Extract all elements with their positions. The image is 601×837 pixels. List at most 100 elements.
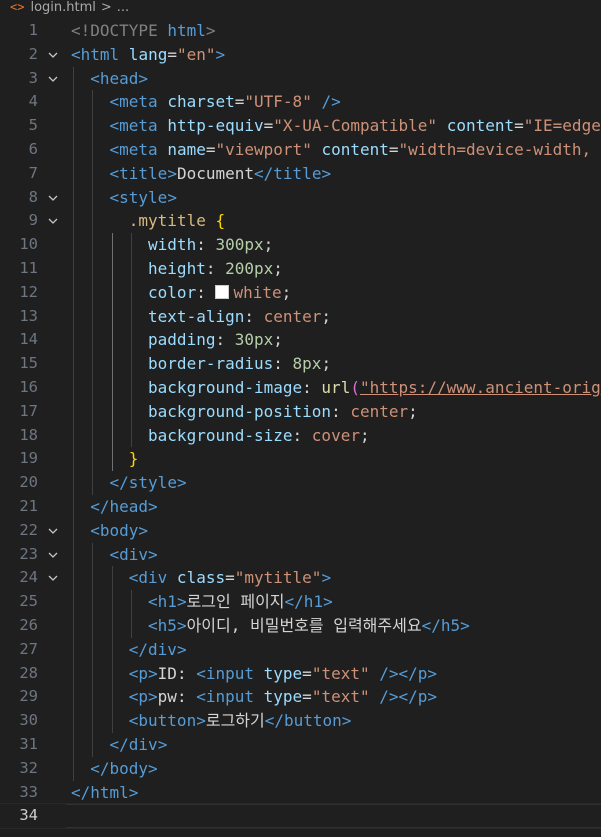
line-number: 18 <box>19 425 38 444</box>
code-line[interactable]: 25 <h1>로그인 페이지</h1> <box>0 590 601 614</box>
breadcrumb-file[interactable]: login.html <box>30 0 95 15</box>
code-line[interactable]: 13 text-align: center; <box>0 304 601 329</box>
code-text[interactable]: <h5>아이디, 비밀번호를 입력해주세요</h5> <box>148 614 470 638</box>
code-text[interactable]: </body> <box>90 757 157 781</box>
code-line[interactable]: 4 <meta charset="UTF-8" /> <box>0 90 601 115</box>
code-text[interactable]: background-position: center; <box>148 400 418 424</box>
code-text[interactable]: <style> <box>110 186 177 210</box>
code-token: </head <box>90 496 149 516</box>
code-text[interactable]: padding: 30px; <box>148 328 283 352</box>
code-line[interactable]: 1 <!DOCTYPE html> <box>0 19 601 43</box>
code-line[interactable]: 10 width: 300px; <box>0 233 601 257</box>
code-token: background-size <box>148 425 293 445</box>
code-token: "text" <box>311 687 370 707</box>
indent-guide <box>73 685 74 710</box>
code-line[interactable]: 8 <style> <box>0 185 601 210</box>
code-text[interactable]: <div class="mytitle"> <box>129 566 331 590</box>
breadcrumb[interactable]: <> login.html >... <box>0 0 601 14</box>
indent-guide <box>92 233 94 257</box>
code-text[interactable]: </head> <box>90 495 157 519</box>
code-line[interactable]: 16 background-image: url("https://www.anc… <box>0 375 601 400</box>
code-text[interactable]: text-align: center; <box>148 305 331 329</box>
code-token: : <box>196 235 216 255</box>
indent-guide <box>111 280 113 305</box>
code-text[interactable]: <body> <box>90 519 148 543</box>
code-text[interactable]: } <box>129 447 139 471</box>
code-line[interactable]: 21 </head> <box>0 494 601 519</box>
line-number: 6 <box>28 139 38 158</box>
code-line[interactable]: 31 </div> <box>0 732 601 757</box>
code-line[interactable]: 11 height: 200px; <box>0 256 601 281</box>
indent-guide <box>73 137 74 162</box>
code-line[interactable]: 17 background-position: center; <box>0 399 601 424</box>
indent-guide <box>73 709 74 733</box>
code-line[interactable]: 28 <p>ID: <input type="text" /></p> <box>0 661 601 686</box>
indent-guide <box>111 637 113 662</box>
code-line[interactable]: 12 color: white; <box>0 280 601 305</box>
code-text[interactable]: border-radius: 8px; <box>148 352 331 376</box>
code-text[interactable]: </div> <box>110 733 168 757</box>
code-line[interactable]: 33 </html> <box>0 781 601 805</box>
code-line[interactable]: 34 <box>0 803 601 830</box>
code-line[interactable]: 20 </style> <box>0 471 601 495</box>
code-line[interactable]: 26 <h5>아이디, 비밀번호를 입력해주세요</h5> <box>0 613 601 638</box>
code-token: ; <box>273 258 283 278</box>
code-text[interactable]: <title>Document</title> <box>110 162 332 186</box>
code-token: <input <box>196 687 254 707</box>
code-text[interactable]: background-image: url("https://www.ancie… <box>148 376 601 400</box>
breadcrumb-separator: > <box>100 0 112 15</box>
code-line[interactable]: 15 border-radius: 8px; <box>0 352 601 376</box>
code-text[interactable]: <meta name="viewport" content="width=dev… <box>110 138 592 162</box>
code-line[interactable]: 24 <div class="mytitle"> <box>0 566 601 591</box>
code-text[interactable]: </div> <box>129 638 187 662</box>
code-line[interactable]: 27 </div> <box>0 637 601 662</box>
code-text[interactable]: <h1>로그인 페이지</h1> <box>148 590 333 614</box>
code-text[interactable]: <button>로그하기</button> <box>129 709 352 733</box>
code-token: http-equiv <box>157 116 264 136</box>
code-text[interactable]: <meta charset="UTF-8" /> <box>110 90 341 114</box>
code-text[interactable]: width: 300px; <box>148 233 273 257</box>
code-text[interactable]: height: 200px; <box>148 257 283 281</box>
code-text[interactable]: <div> <box>110 543 158 567</box>
code-text[interactable]: <html lang="en"> <box>71 43 225 67</box>
code-line[interactable]: 32 </body> <box>0 756 601 781</box>
color-swatch-icon[interactable] <box>215 284 230 299</box>
code-token: <style <box>109 187 168 207</box>
code-line[interactable]: 30 <button>로그하기</button> <box>0 709 601 733</box>
code-line[interactable]: 14 padding: 30px; <box>0 328 601 353</box>
code-line[interactable]: 18 background-size: cover; <box>0 423 601 448</box>
code-line[interactable]: 6 <meta name="viewport" content="width=de… <box>0 137 601 162</box>
code-line[interactable]: 22 <body> <box>0 518 601 543</box>
code-token: <meta <box>109 92 158 112</box>
code-text[interactable]: background-size: cover; <box>148 424 370 448</box>
code-text[interactable]: .mytitle { <box>129 209 225 233</box>
code-token: </style <box>109 473 177 493</box>
code-token: <meta <box>109 139 158 159</box>
code-token: > <box>215 44 226 64</box>
indent-guide <box>130 233 132 257</box>
code-text[interactable]: <head> <box>90 67 148 91</box>
breadcrumb-more[interactable]: ... <box>117 0 129 15</box>
code-token: <meta <box>109 116 158 136</box>
code-text[interactable]: <meta http-equiv="X-UA-Compatible" conte… <box>110 114 601 138</box>
code-text[interactable]: <p>ID: <input type="text" /></p> <box>129 662 437 686</box>
indent-guide <box>92 209 94 234</box>
code-line[interactable]: 5 <meta http-equiv="X-UA-Compatible" cont… <box>0 114 601 138</box>
code-text[interactable]: color: white; <box>148 281 291 305</box>
code-token: : <box>273 354 293 374</box>
code-line[interactable]: 7 <title>Document</title> <box>0 161 601 186</box>
code-line[interactable]: 29 <p>pw: <input type="text" /></p> <box>0 685 601 710</box>
code-token: 로그하기 <box>205 711 265 731</box>
code-text[interactable]: <!DOCTYPE html> <box>71 19 216 43</box>
code-line[interactable]: 3 <head> <box>0 66 601 91</box>
code-line[interactable]: 9 .mytitle { <box>0 209 601 234</box>
code-text[interactable]: </style> <box>110 471 187 495</box>
code-text[interactable]: </html> <box>71 781 138 805</box>
code-editor[interactable]: 1 <!DOCTYPE html> 2 <html lang="en"> 3 <head>… <box>0 19 601 830</box>
code-line[interactable]: 2 <html lang="en"> <box>0 43 601 67</box>
code-line[interactable]: 19} <box>0 447 601 472</box>
indent-guide <box>73 732 74 757</box>
code-text[interactable]: <p>pw: <input type="text" /></p> <box>129 685 437 709</box>
code-token: type <box>254 687 303 707</box>
code-line[interactable]: 23 <div> <box>0 542 601 567</box>
